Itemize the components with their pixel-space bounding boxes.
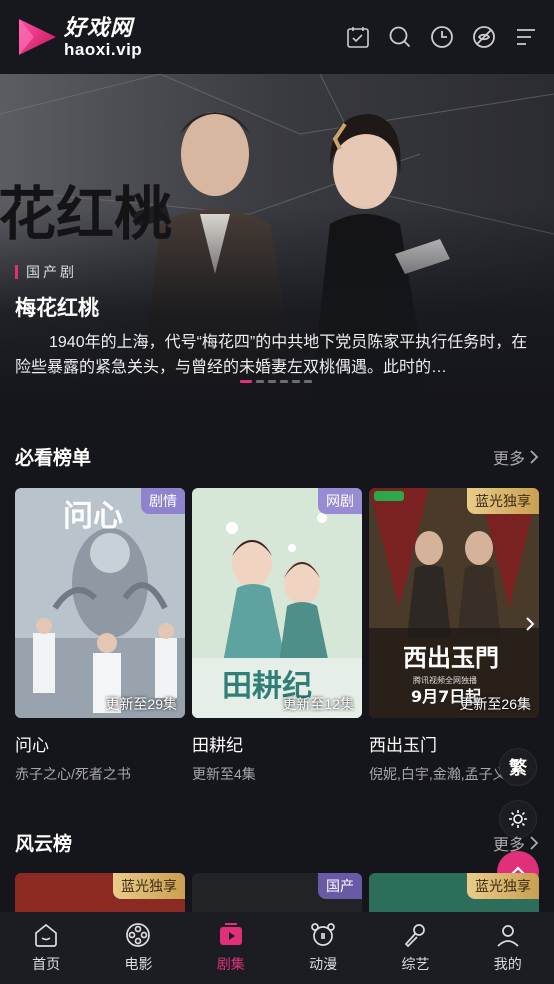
card-subtitle: 更新至4集 — [192, 766, 256, 782]
top-header: 好戏网 haoxi.vip — [0, 0, 554, 74]
poster-art: 田耕纪 — [192, 488, 362, 718]
traditional-label: 繁 — [509, 758, 527, 778]
no-ads-icon[interactable] — [472, 25, 496, 49]
play-tv-icon — [219, 923, 242, 945]
sun-icon — [509, 810, 527, 828]
nav-label: 电影 — [124, 956, 153, 972]
poster-small-text: 腾讯视频全网独播 — [413, 675, 477, 685]
drama-card[interactable]: 田耕纪 网剧 更新至12集 田耕纪 更新至4集 — [192, 488, 362, 784]
pagination-dot[interactable] — [256, 380, 264, 383]
section-title: 风云榜 — [15, 834, 73, 855]
nav-profile[interactable]: 我的 — [462, 912, 554, 984]
bluray-badge: 蓝光独享 — [113, 873, 185, 899]
logo-domain-text: haoxi.vip — [64, 39, 143, 59]
drama-card[interactable]: 西出玉門 腾讯视频全网独播 9月7日起 蓝光独享 更新至26集 西出玉门 倪妮,… — [369, 488, 539, 784]
section-must-watch-header: 必看榜单 更多 — [15, 443, 539, 470]
bottom-navigation: 首页 电影 剧集 动漫 综艺 我的 — [0, 912, 554, 984]
bluray-badge: 蓝光独享 — [467, 488, 539, 514]
banner-title[interactable]: 梅花红桃 — [15, 292, 540, 322]
app-page: 好戏网 haoxi.vip 国产剧 梅花红桃 1940年的上海，代号“梅花四”的… — [0, 0, 554, 984]
chevron-right-icon — [530, 449, 539, 464]
nav-label: 动漫 — [309, 956, 338, 972]
pagination-dot[interactable] — [240, 380, 252, 383]
home-icon — [35, 923, 58, 947]
carousel-next-button[interactable] — [518, 610, 542, 638]
nav-label: 剧集 — [216, 956, 245, 972]
card-title[interactable]: 田耕纪 — [192, 731, 362, 756]
poster-art: 问心 — [15, 488, 185, 718]
section-title: 必看榜单 — [15, 448, 92, 469]
clock-history-icon[interactable] — [430, 25, 454, 49]
pagination-dot[interactable] — [280, 380, 288, 383]
poster-image[interactable]: 田耕纪 网剧 更新至12集 — [192, 488, 362, 718]
episode-status: 更新至26集 — [459, 696, 531, 712]
episode-status: 更新至29集 — [105, 696, 177, 712]
microphone-icon — [405, 924, 426, 948]
traditional-chinese-toggle[interactable]: 繁 — [499, 748, 537, 786]
hero-banner[interactable]: 花红桃 国产剧 梅花红桃 1940年的上海，代号“梅花四”的中共地下党员陈家平执… — [0, 74, 554, 404]
logo-play-icon — [19, 19, 56, 55]
nav-anime[interactable]: 动漫 — [277, 912, 369, 984]
user-icon — [497, 925, 519, 947]
nav-home[interactable]: 首页 — [0, 912, 92, 984]
bluray-badge: 蓝光独享 — [467, 873, 539, 899]
banner-category: 国产剧 — [15, 262, 540, 282]
banner-description: 1940年的上海，代号“梅花四”的中共地下党员陈家平执行任务时，在险些暴露的紧急… — [15, 334, 528, 376]
chevron-right-icon — [526, 617, 535, 631]
more-link[interactable]: 更多 — [493, 445, 539, 469]
banner-pagination[interactable] — [240, 380, 312, 383]
poster-art: 西出玉門 腾讯视频全网独播 9月7日起 — [369, 488, 539, 718]
calendar-check-icon[interactable] — [346, 25, 370, 49]
logo-chinese-text: 好戏网 — [64, 14, 134, 40]
pagination-dot[interactable] — [292, 380, 300, 383]
menu-icon[interactable] — [514, 25, 538, 49]
nav-label: 我的 — [493, 956, 522, 972]
card-subtitle: 赤子之心/死者之书 — [15, 766, 131, 782]
card-title[interactable]: 问心 — [15, 731, 185, 756]
genre-badge: 国产 — [318, 873, 362, 899]
nav-variety[interactable]: 综艺 — [369, 912, 461, 984]
poster-title-art: 西出玉門 — [403, 643, 499, 672]
episode-status: 更新至12集 — [282, 696, 354, 712]
poster-image[interactable]: 问心 剧情 更新至29集 — [15, 488, 185, 718]
pagination-dot[interactable] — [268, 380, 276, 383]
poster-image[interactable]: 西出玉門 腾讯视频全网独播 9月7日起 蓝光独享 更新至26集 — [369, 488, 539, 718]
genre-badge: 剧情 — [141, 488, 185, 514]
site-logo[interactable]: 好戏网 haoxi.vip — [16, 16, 142, 58]
must-watch-row: 问心 剧情 更新至29集 问心 赤子之心/死者之书 田耕纪 网剧 更新至12集 … — [15, 488, 539, 784]
drama-card[interactable]: 问心 剧情 更新至29集 问心 赤子之心/死者之书 — [15, 488, 185, 784]
bear-icon — [311, 923, 335, 946]
nav-movies[interactable]: 电影 — [92, 912, 184, 984]
search-icon[interactable] — [388, 25, 412, 49]
nav-series[interactable]: 剧集 — [185, 912, 277, 984]
section-ranking-header: 风云榜 更多 — [15, 829, 539, 856]
film-reel-icon — [126, 923, 151, 947]
poster-title-art: 问心 — [63, 499, 123, 534]
nav-label: 首页 — [32, 956, 61, 972]
pagination-dot[interactable] — [304, 380, 312, 383]
chevron-right-icon — [530, 835, 539, 850]
genre-badge: 网剧 — [318, 488, 362, 514]
more-label: 更多 — [492, 450, 525, 468]
nav-label: 综艺 — [401, 956, 430, 972]
